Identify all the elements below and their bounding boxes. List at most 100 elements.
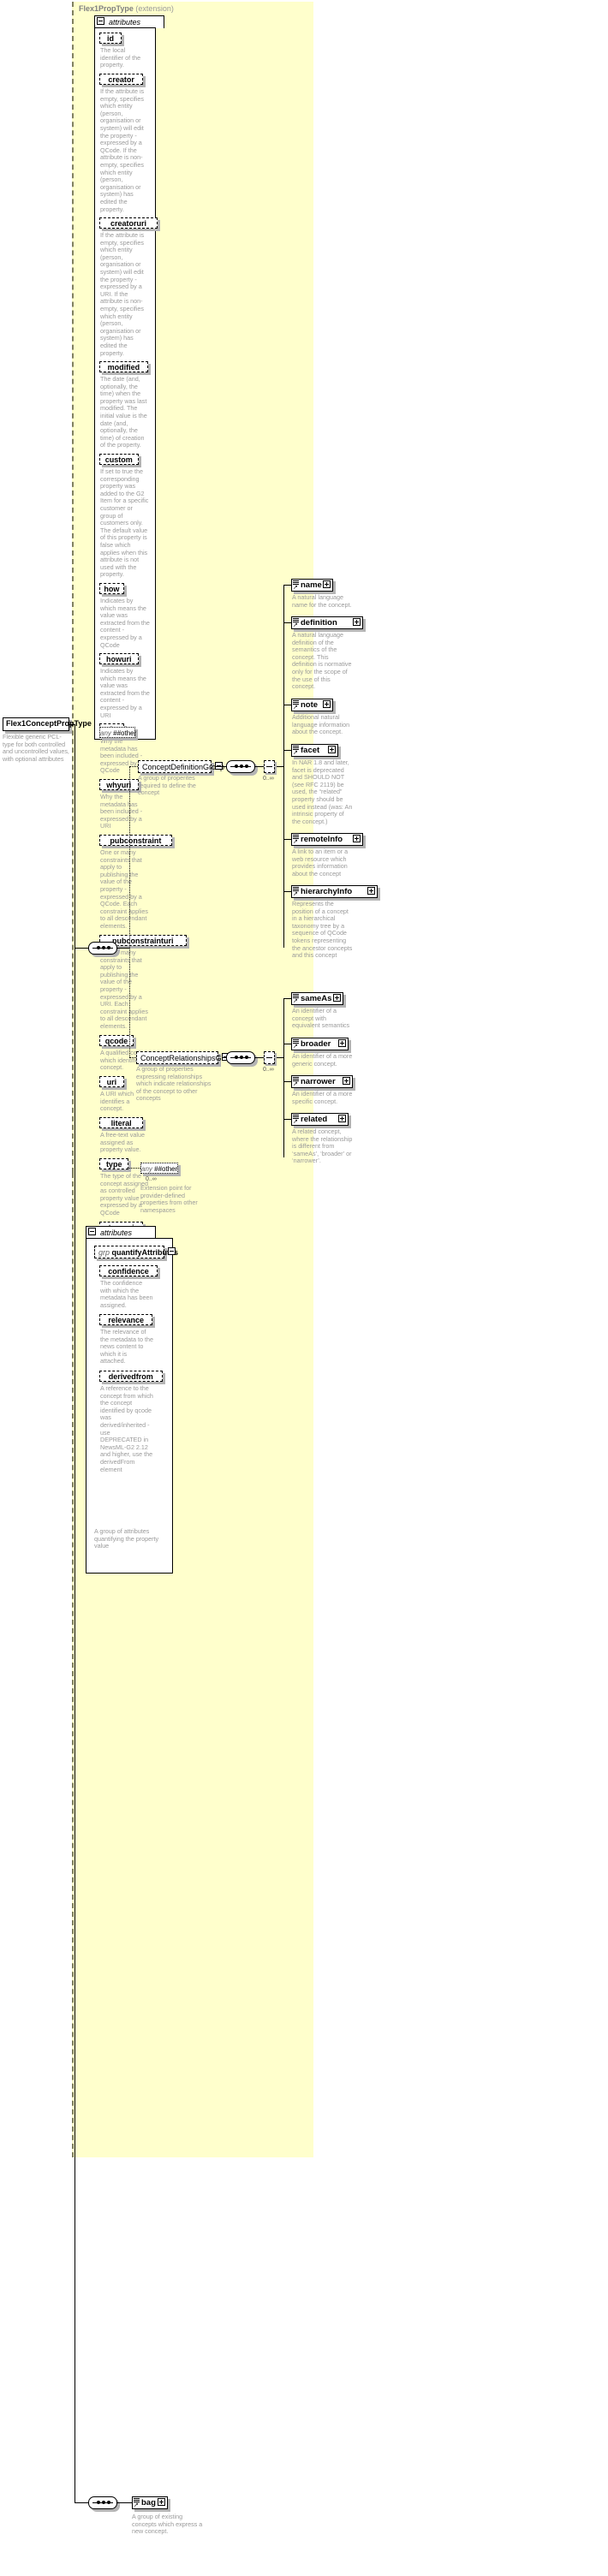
main-sequence-compositor[interactable] — [88, 942, 120, 957]
element-expand[interactable] — [343, 1077, 351, 1085]
element-expand[interactable] — [328, 746, 336, 753]
group-conceptdefinitiongroup-label: ConceptDefinitionGroup — [138, 760, 224, 773]
attribute-derivedfrom[interactable]: derivedfrom — [99, 1371, 165, 1384]
element-expand[interactable] — [332, 994, 341, 1002]
annotation-arrow-icon: ↗ — [134, 2502, 139, 2508]
attribute-whyuri[interactable]: whyuri — [99, 779, 141, 793]
element-label: related — [301, 1115, 328, 1124]
attribute-label: creatoruri — [99, 217, 158, 229]
element-bag-annotation: A group of existing concepts which expre… — [132, 2513, 203, 2536]
element-label: broader — [301, 1039, 331, 1049]
group2-seq-out — [255, 1057, 264, 1058]
group-conceptrelationshipsgroup-label: ConceptRelationshipsGroup — [136, 1051, 237, 1064]
group1-occurrence-box[interactable] — [264, 760, 277, 775]
attribute-label: howuri — [99, 653, 139, 664]
element-connector — [283, 1119, 291, 1120]
attribute-annotation: The relevance of the metadata to the new… — [100, 1328, 153, 1365]
root-type-label: Flex1ConceptPropType — [6, 719, 92, 728]
trailing-sequence-compositor[interactable] — [88, 2496, 120, 2512]
attribute-relevance[interactable]: relevance — [99, 1314, 156, 1328]
complextype-title: Flex1PropType (extension) — [79, 4, 174, 13]
attribute-annotation: Indicates by which means the value was e… — [100, 667, 150, 719]
element-connector — [283, 839, 291, 840]
group2-sequence-compositor[interactable] — [226, 1051, 258, 1067]
attribute-uri[interactable]: uri — [99, 1076, 127, 1090]
element-broader[interactable]: ↗ broader — [291, 1038, 351, 1053]
element-facet[interactable]: ↗ facet — [291, 744, 341, 759]
any-element-box[interactable]: any ##other — [140, 1163, 181, 1176]
attribute-label: custom — [99, 454, 139, 465]
element-connector — [283, 585, 291, 586]
attribute-label: relevance — [99, 1314, 153, 1325]
element-expand[interactable] — [353, 618, 361, 626]
element-note[interactable]: ↗ note — [291, 699, 337, 714]
element-bag[interactable]: ↗ bag — [132, 2496, 170, 2512]
attribute-label: type — [99, 1158, 129, 1169]
attribute-label: creator — [99, 74, 144, 85]
attribute-annotation: One or many constraints that apply to pu… — [100, 949, 148, 1030]
element-remoteinfo[interactable]: ↗ remoteInfo — [291, 833, 366, 848]
attribute-creatoruri[interactable]: creatoruri — [99, 217, 160, 231]
element-expand[interactable] — [337, 1039, 346, 1047]
quantifyattributes-kind: grp — [98, 1248, 110, 1257]
attributes-collapse-toggle[interactable] — [97, 17, 104, 25]
element-name[interactable]: ↗ name — [291, 579, 337, 594]
attribute-label: whyuri — [99, 779, 139, 790]
root-type-box[interactable]: Flex1ConceptPropType — [3, 717, 92, 734]
group-conceptrelationshipsgroup[interactable]: ConceptRelationshipsGroup — [136, 1051, 237, 1067]
attributes-tab[interactable]: attributes — [94, 15, 164, 28]
attribute-literal[interactable]: literal — [99, 1117, 146, 1131]
attribute-pubconstraint[interactable]: pubconstraint — [99, 835, 175, 848]
attribute-annotation: Why the metadata has been included - exp… — [100, 793, 143, 830]
group1-to-seq — [216, 766, 226, 767]
any-attribute-box[interactable]: any ##other — [99, 727, 138, 741]
element-expand[interactable] — [337, 1115, 346, 1122]
any-attribute-ns: ##other — [113, 729, 137, 737]
root-type-annotation: Flexible generic PCL-type for both contr… — [3, 733, 69, 763]
attribute-annotation: The date (and, optionally, the time) whe… — [100, 375, 147, 449]
element-label: facet — [301, 746, 320, 755]
trailing-seq-in — [75, 2502, 88, 2503]
element-expand[interactable] — [367, 887, 376, 895]
group-conceptdefinitiongroup[interactable]: ConceptDefinitionGroup — [138, 760, 224, 776]
group2-branch-spine — [283, 998, 284, 1157]
attribute-id[interactable]: id — [99, 33, 124, 46]
element-narrower[interactable]: ↗ narrower — [291, 1075, 356, 1091]
element-related[interactable]: ↗ related — [291, 1113, 351, 1128]
attribute-confidence[interactable]: confidence — [99, 1265, 160, 1279]
group2-line — [129, 1057, 136, 1058]
element-bag-expand[interactable] — [158, 2498, 165, 2506]
lower-attributes-collapse-toggle[interactable] — [88, 1228, 96, 1235]
element-connector — [283, 750, 291, 751]
any-element-annotation: Extension point for provider-defined pro… — [140, 1184, 198, 1214]
group1-line — [129, 766, 138, 767]
element-sameas[interactable]: ↗ sameAs — [291, 992, 346, 1008]
any-element-ns: ##other — [154, 1165, 178, 1173]
attribute-annotation: The local identifier of the property. — [100, 46, 141, 69]
element-connector — [283, 1081, 291, 1082]
group-quantifyattributes[interactable]: grp quantifyAttributes — [94, 1246, 178, 1261]
attribute-modified[interactable]: modified — [99, 361, 151, 375]
element-connector — [283, 622, 291, 623]
element-hierarchyinfo[interactable]: ↗ hierarchyInfo — [291, 885, 381, 901]
lower-attributes-tab[interactable]: attributes — [86, 1226, 156, 1239]
attribute-label: id — [99, 33, 122, 44]
element-annotation: An identifier of a more generic concept. — [292, 1052, 353, 1068]
attribute-how[interactable]: how — [99, 583, 127, 597]
element-definition[interactable]: ↗ definition — [291, 616, 366, 632]
element-expand[interactable] — [323, 700, 331, 708]
group1-sequence-compositor[interactable] — [226, 760, 258, 776]
attribute-annotation: Indicates by which means the value was e… — [100, 597, 150, 649]
element-label: remoteInfo — [301, 835, 343, 844]
attribute-creator[interactable]: creator — [99, 74, 146, 87]
group2-occurrence-box[interactable] — [264, 1051, 277, 1066]
quantifyattributes-toggle[interactable] — [168, 1247, 176, 1255]
annotation-arrow-icon: ↗ — [293, 891, 298, 897]
attribute-qcode[interactable]: qcode — [99, 1035, 136, 1049]
attribute-howuri[interactable]: howuri — [99, 653, 141, 667]
attribute-custom[interactable]: custom — [99, 454, 141, 467]
attribute-type[interactable]: type — [99, 1158, 132, 1172]
element-bag-label: bag — [141, 2498, 156, 2508]
element-expand[interactable] — [323, 580, 331, 588]
element-expand[interactable] — [353, 835, 361, 842]
